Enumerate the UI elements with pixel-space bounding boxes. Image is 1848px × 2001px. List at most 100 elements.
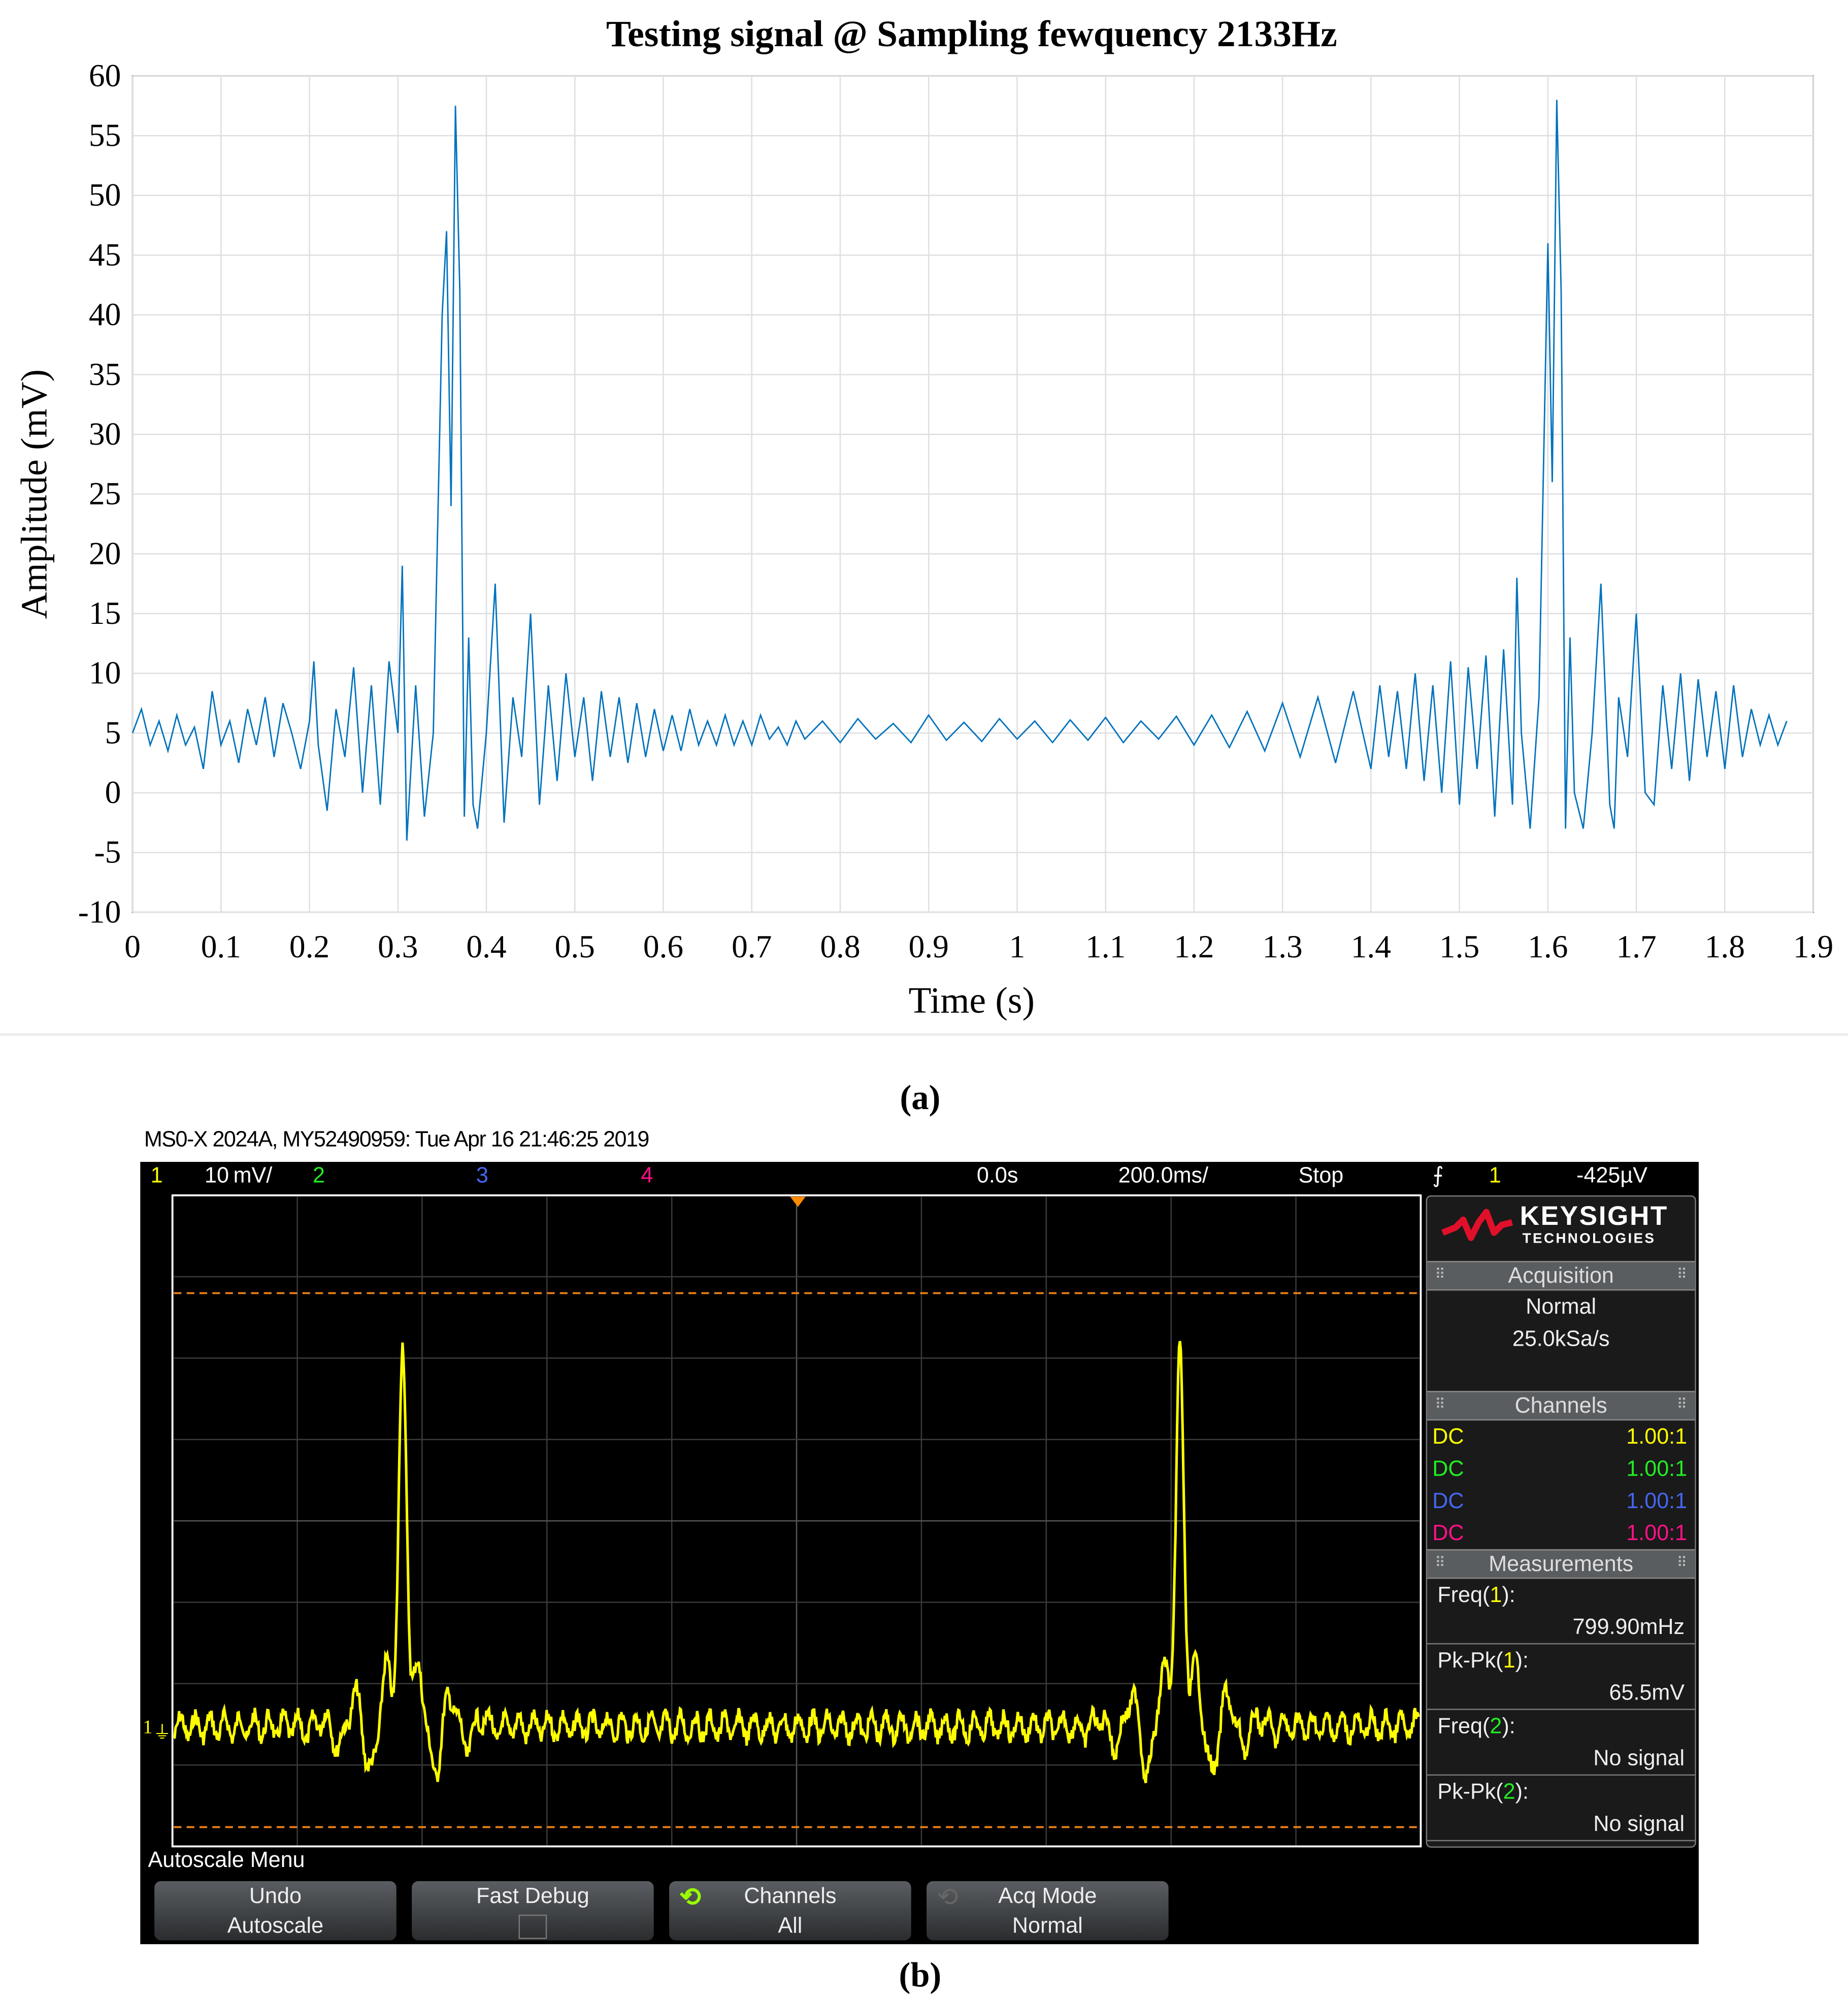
ch1-label[interactable]: 1 xyxy=(151,1162,163,1190)
run-state[interactable]: Stop xyxy=(1299,1162,1344,1190)
side-panel: KEYSIGHT TECHNOLOGIES ⠿ Acquisition ⠿ Norm… xyxy=(1426,1195,1696,1848)
probe-ratio: 1.00:1 xyxy=(1626,1521,1688,1546)
y-tick-label: 50 xyxy=(89,177,121,213)
ground-icon: ⏚ xyxy=(153,1722,171,1743)
trigger-level[interactable]: -425µV xyxy=(1576,1162,1647,1190)
measurement-item[interactable]: Pk-Pk(1): 65.5mV xyxy=(1427,1644,1695,1710)
measurement-value: 799.90mHz xyxy=(1427,1611,1695,1645)
channel-row-2[interactable]: DC 1.00:1 xyxy=(1427,1453,1695,1485)
softkey-value: All xyxy=(778,1913,803,1938)
channels-title: Channels xyxy=(1514,1393,1607,1418)
acquisition-header[interactable]: ⠿ Acquisition ⠿ xyxy=(1427,1261,1695,1291)
x-tick-label: 1.8 xyxy=(1705,929,1745,964)
probe-ratio: 1.00:1 xyxy=(1626,1456,1688,1481)
delay-readout[interactable]: 0.0s xyxy=(977,1162,1018,1190)
ch1-scale[interactable]: 10 mV/ xyxy=(205,1162,272,1190)
coupling: DC xyxy=(1432,1521,1464,1546)
coupling: DC xyxy=(1432,1488,1464,1513)
x-axis-label: Time (s) xyxy=(909,980,1035,1021)
y-tick-label: 55 xyxy=(89,118,121,153)
probe-ratio: 1.00:1 xyxy=(1626,1488,1688,1513)
channel-row-3[interactable]: DC 1.00:1 xyxy=(1427,1485,1695,1517)
y-tick-label: -10 xyxy=(78,894,121,929)
ch2-label[interactable]: 2 xyxy=(313,1162,325,1190)
y-tick-label: 25 xyxy=(89,476,121,512)
softkey-undo[interactable]: Undo Autoscale xyxy=(154,1881,397,1941)
y-tick-label: 0 xyxy=(105,775,121,810)
measurements-title: Measurements xyxy=(1489,1551,1634,1577)
softkey-label: Fast Debug xyxy=(476,1883,589,1909)
softkey-label: Channels xyxy=(744,1883,837,1909)
rotate-knob-icon: ⟲ xyxy=(937,1883,959,1912)
softkey-acq-mode[interactable]: ⟲ Acq Mode Normal xyxy=(927,1881,1169,1941)
softkey-fast-debug[interactable]: Fast Debug xyxy=(412,1881,654,1941)
trigger-channel[interactable]: 1 xyxy=(1489,1162,1501,1190)
measurement-label: Freq(2): xyxy=(1437,1714,1515,1739)
x-tick-label: 1.7 xyxy=(1616,929,1656,964)
trigger-edge-icon: ⨍ xyxy=(1432,1163,1444,1188)
y-tick-label: 15 xyxy=(89,595,121,631)
menu-title: Autoscale Menu xyxy=(148,1847,305,1873)
ch4-label[interactable]: 4 xyxy=(641,1162,653,1190)
measurement-value: No signal xyxy=(1427,1808,1695,1842)
measurement-item[interactable]: Freq(1): 799.90mHz xyxy=(1427,1579,1695,1645)
measurement-item[interactable]: Pk-Pk(2): No signal xyxy=(1427,1776,1695,1842)
x-tick-label: 0.9 xyxy=(909,929,949,964)
y-tick-label: 10 xyxy=(89,655,121,691)
x-tick-label: 1.4 xyxy=(1351,929,1391,964)
acq-mode: Normal xyxy=(1526,1294,1597,1319)
y-tick-label: 40 xyxy=(89,297,121,332)
rotate-knob-icon: ⟲ xyxy=(679,1883,701,1912)
softkey-label: Acq Mode xyxy=(998,1883,1097,1909)
chart-title: Testing signal @ Sampling fewquency 2133… xyxy=(606,13,1337,54)
x-tick-label: 1.3 xyxy=(1263,929,1303,964)
y-tick-label: 20 xyxy=(89,536,121,571)
softkey-label: Undo xyxy=(249,1883,302,1909)
x-tick-label: 0.4 xyxy=(466,929,506,964)
waveform-display[interactable]: 1 ⏚ xyxy=(140,1193,1427,1852)
x-tick-label: 1.2 xyxy=(1174,929,1214,964)
y-tick-label: -5 xyxy=(94,835,121,870)
x-tick-label: 0 xyxy=(124,929,141,964)
softkey-channels[interactable]: ⟲ Channels All xyxy=(669,1881,911,1941)
channels-header[interactable]: ⠿ Channels ⠿ xyxy=(1427,1391,1695,1421)
sample-rate: 25.0kSa/s xyxy=(1512,1326,1610,1351)
brand-sub: TECHNOLOGIES xyxy=(1522,1231,1656,1247)
probe-ratio: 1.00:1 xyxy=(1626,1424,1688,1449)
y-axis-label: Amplitude (mV) xyxy=(13,369,54,619)
timebase-readout[interactable]: 200.0ms/ xyxy=(1118,1162,1208,1190)
coupling: DC xyxy=(1432,1456,1464,1481)
softkey-value: Normal xyxy=(1012,1913,1083,1938)
x-tick-label: 0.1 xyxy=(201,929,241,964)
x-tick-label: 1.9 xyxy=(1793,929,1833,964)
measurement-label: Pk-Pk(1): xyxy=(1437,1648,1529,1673)
measurement-value: No signal xyxy=(1427,1742,1695,1776)
channel-row-1[interactable]: DC 1.00:1 xyxy=(1427,1420,1695,1452)
y-tick-label: 45 xyxy=(89,237,121,273)
ch3-label[interactable]: 3 xyxy=(476,1162,488,1190)
ch1-ground-marker[interactable]: 1 xyxy=(143,1716,152,1738)
x-tick-label: 0.3 xyxy=(378,929,418,964)
fast-debug-checkbox[interactable] xyxy=(518,1914,547,1939)
coupling: DC xyxy=(1432,1424,1464,1449)
y-tick-label: 5 xyxy=(105,715,121,750)
x-tick-label: 1 xyxy=(1009,929,1026,964)
channel-row-4[interactable]: DC 1.00:1 xyxy=(1427,1517,1695,1549)
acquisition-title: Acquisition xyxy=(1508,1263,1614,1288)
caption-a: (a) xyxy=(900,1078,941,1117)
x-tick-label: 1.5 xyxy=(1439,929,1479,964)
y-tick-label: 60 xyxy=(89,58,121,93)
y-tick-label: 35 xyxy=(89,356,121,392)
caption-b: (b) xyxy=(899,1955,942,1994)
keysight-wave-icon xyxy=(1441,1209,1513,1241)
softkey-value: Autoscale xyxy=(227,1913,324,1938)
measurements-header[interactable]: ⠿ Measurements ⠿ xyxy=(1427,1549,1695,1579)
x-tick-label: 0.7 xyxy=(732,929,772,964)
x-tick-label: 1.1 xyxy=(1085,929,1126,964)
measurement-item[interactable]: Freq(2): No signal xyxy=(1427,1710,1695,1776)
oscilloscope-screen: 1 10 mV/ 2 3 4 0.0s 200.0ms/ Stop ⨍ 1 -4… xyxy=(140,1161,1699,1945)
x-tick-label: 0.2 xyxy=(289,929,329,964)
measurement-value: 65.5mV xyxy=(1427,1677,1695,1710)
scope-title: MS0-X 2024A, MY52490959: Tue Apr 16 21:4… xyxy=(144,1127,650,1152)
x-tick-label: 0.6 xyxy=(643,929,683,964)
